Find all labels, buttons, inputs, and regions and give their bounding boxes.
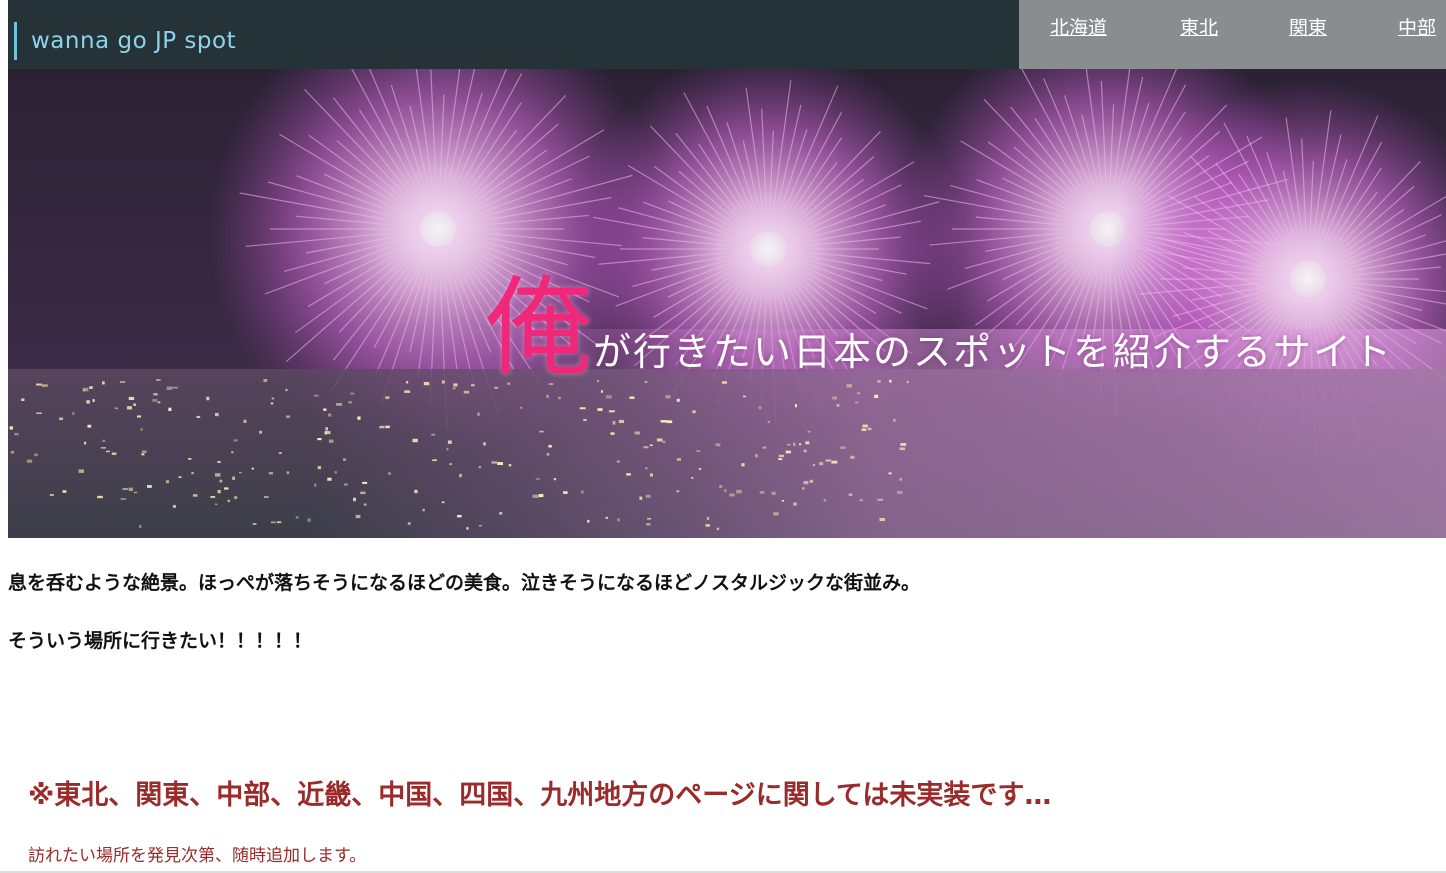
nav-link-hokkaido[interactable]: 北海道 [1050,13,1107,40]
hero-title-emphasis: 俺 [485,266,594,391]
hero-title: 俺が行きたい日本のスポットを紹介するサイト [485,241,1393,397]
site-logo[interactable]: wanna go JP spot [31,28,236,54]
page: wanna go JP spot 北海道 東北 関東 中部 俺が行きたい日本のス… [0,0,1446,873]
nav-link-tohoku[interactable]: 東北 [1180,13,1218,40]
logo-accent-bar [14,22,17,60]
intro-text-2: そういう場所に行きたい！！！！！ [8,630,313,652]
unimplemented-notice: ※東北、関東、中部、近畿、中国、四国、九州地方のページに関しては未実装です… [28,780,1052,811]
nav-link-kanto[interactable]: 関東 [1289,13,1327,40]
hero-title-text: が行きたい日本のスポットを紹介するサイト [593,330,1394,374]
hero-banner: 俺が行きたい日本のスポットを紹介するサイト [8,69,1446,538]
site-header: wanna go JP spot [8,0,1019,69]
notice-subtext: 訪れたい場所を発見次第、随時追加します。 [28,846,367,866]
nav-bar: 北海道 東北 関東 中部 [1019,0,1446,69]
region-nav: 北海道 東北 関東 中部 [1019,13,1446,43]
nav-link-chubu[interactable]: 中部 [1398,13,1436,40]
intro-text: 息を呑むような絶景。ほっぺが落ちそうになるほどの美食。泣きそうになるほどノスタル… [8,572,921,594]
